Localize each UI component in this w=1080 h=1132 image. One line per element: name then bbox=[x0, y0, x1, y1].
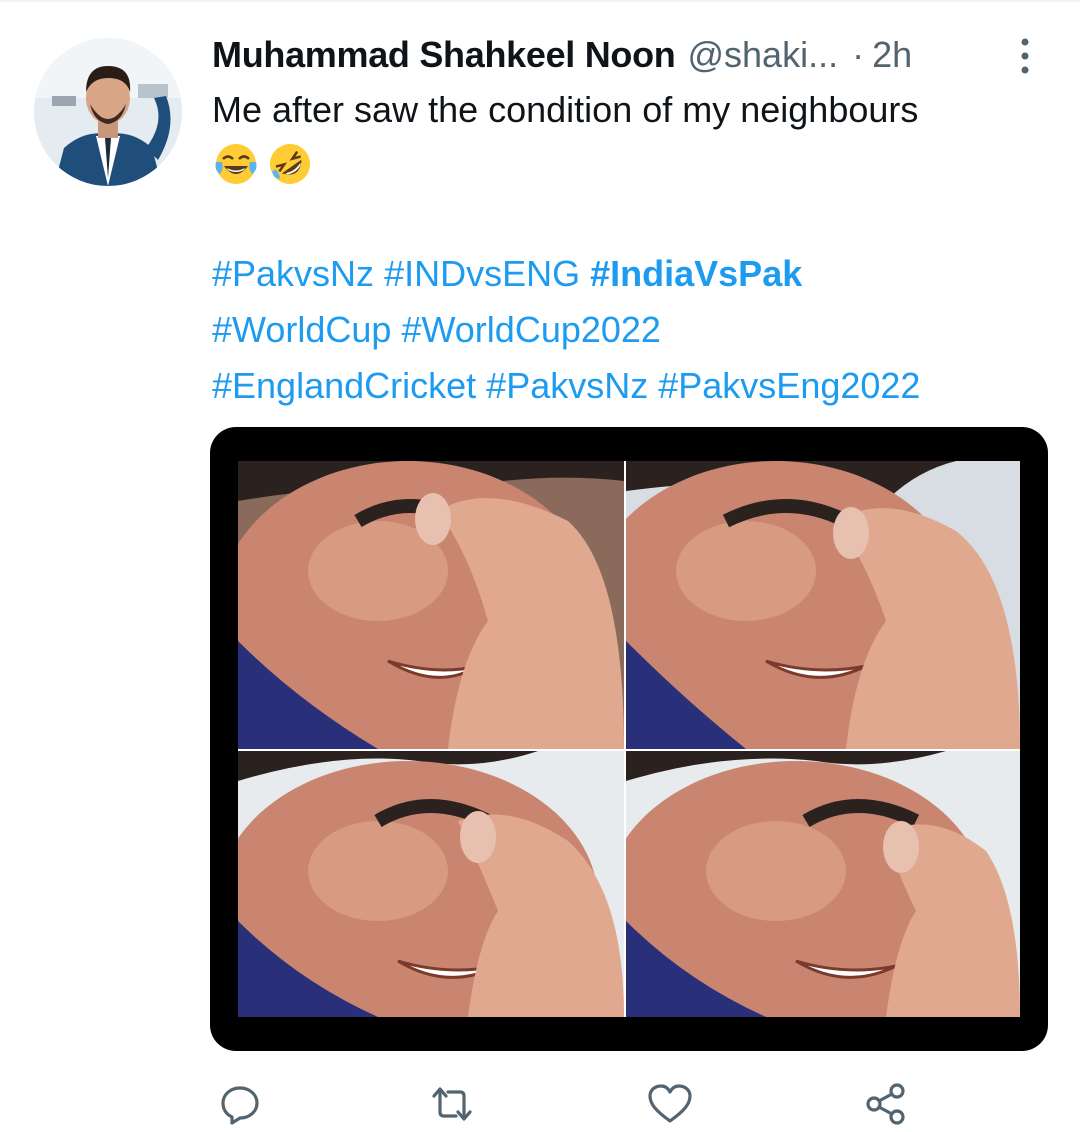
more-options-button[interactable] bbox=[1012, 36, 1038, 76]
hashtags: #PakvsNz #INDvsENG #IndiaVsPak #WorldCup… bbox=[212, 246, 1062, 414]
hashtag-line: #PakvsNz #INDvsENG #IndiaVsPak bbox=[212, 246, 1062, 302]
emoji-row bbox=[212, 140, 314, 192]
divider bbox=[0, 0, 1080, 2]
timestamp[interactable]: 2h bbox=[872, 30, 912, 80]
hashtag-line: #EnglandCricket #PakvsNz #PakvsEng2022 bbox=[212, 358, 1062, 414]
hashtag-link[interactable]: #INDvsENG bbox=[384, 253, 580, 294]
hashtag-link[interactable]: #PakvsNz bbox=[212, 253, 374, 294]
reply-button[interactable] bbox=[212, 1076, 268, 1132]
hashtag-link-highlighted[interactable]: #IndiaVsPak bbox=[590, 253, 802, 294]
hashtag-link[interactable]: #EnglandCricket bbox=[212, 365, 476, 406]
grid-divider bbox=[624, 461, 626, 1017]
avatar[interactable] bbox=[34, 38, 182, 186]
share-button[interactable] bbox=[858, 1076, 914, 1132]
avatar-image bbox=[34, 38, 182, 186]
meme-image-grid bbox=[238, 461, 1020, 1017]
hashtag-link[interactable]: #WorldCup bbox=[212, 309, 391, 350]
hashtag-link[interactable]: #PakvsEng2022 bbox=[658, 365, 920, 406]
display-name[interactable]: Muhammad Shahkeel Noon bbox=[212, 30, 676, 80]
retweet-icon bbox=[432, 1087, 472, 1121]
meme-panel bbox=[626, 461, 1020, 749]
like-icon bbox=[648, 1084, 692, 1123]
user-handle[interactable]: @shaki... bbox=[687, 30, 838, 80]
tweet-card[interactable]: Muhammad Shahkeel Noon @shaki... · 2h Me… bbox=[0, 0, 1080, 1132]
meme-panel bbox=[238, 751, 624, 1017]
more-vertical-icon bbox=[1021, 38, 1029, 74]
tears-of-joy-emoji-icon bbox=[215, 144, 257, 184]
meme-panel bbox=[238, 461, 624, 749]
share-icon bbox=[866, 1083, 905, 1125]
hashtag-link[interactable]: #PakvsNz bbox=[486, 365, 648, 406]
hashtag-line: #WorldCup #WorldCup2022 bbox=[212, 302, 1062, 358]
separator-dot: · bbox=[852, 34, 865, 75]
retweet-button[interactable] bbox=[424, 1076, 480, 1132]
meme-panel bbox=[626, 751, 1020, 1017]
action-bar bbox=[212, 1076, 932, 1132]
like-button[interactable] bbox=[642, 1076, 698, 1132]
grid-divider bbox=[238, 749, 1020, 751]
tweet-text: Me after saw the condition of my neighbo… bbox=[212, 89, 919, 130]
hashtag-link[interactable]: #WorldCup2022 bbox=[401, 309, 661, 350]
tweet-header: Muhammad Shahkeel Noon @shaki... · 2h bbox=[212, 30, 912, 80]
reply-icon bbox=[221, 1086, 259, 1125]
tweet-media[interactable] bbox=[210, 427, 1048, 1051]
rolling-laughing-emoji-icon bbox=[270, 144, 310, 184]
